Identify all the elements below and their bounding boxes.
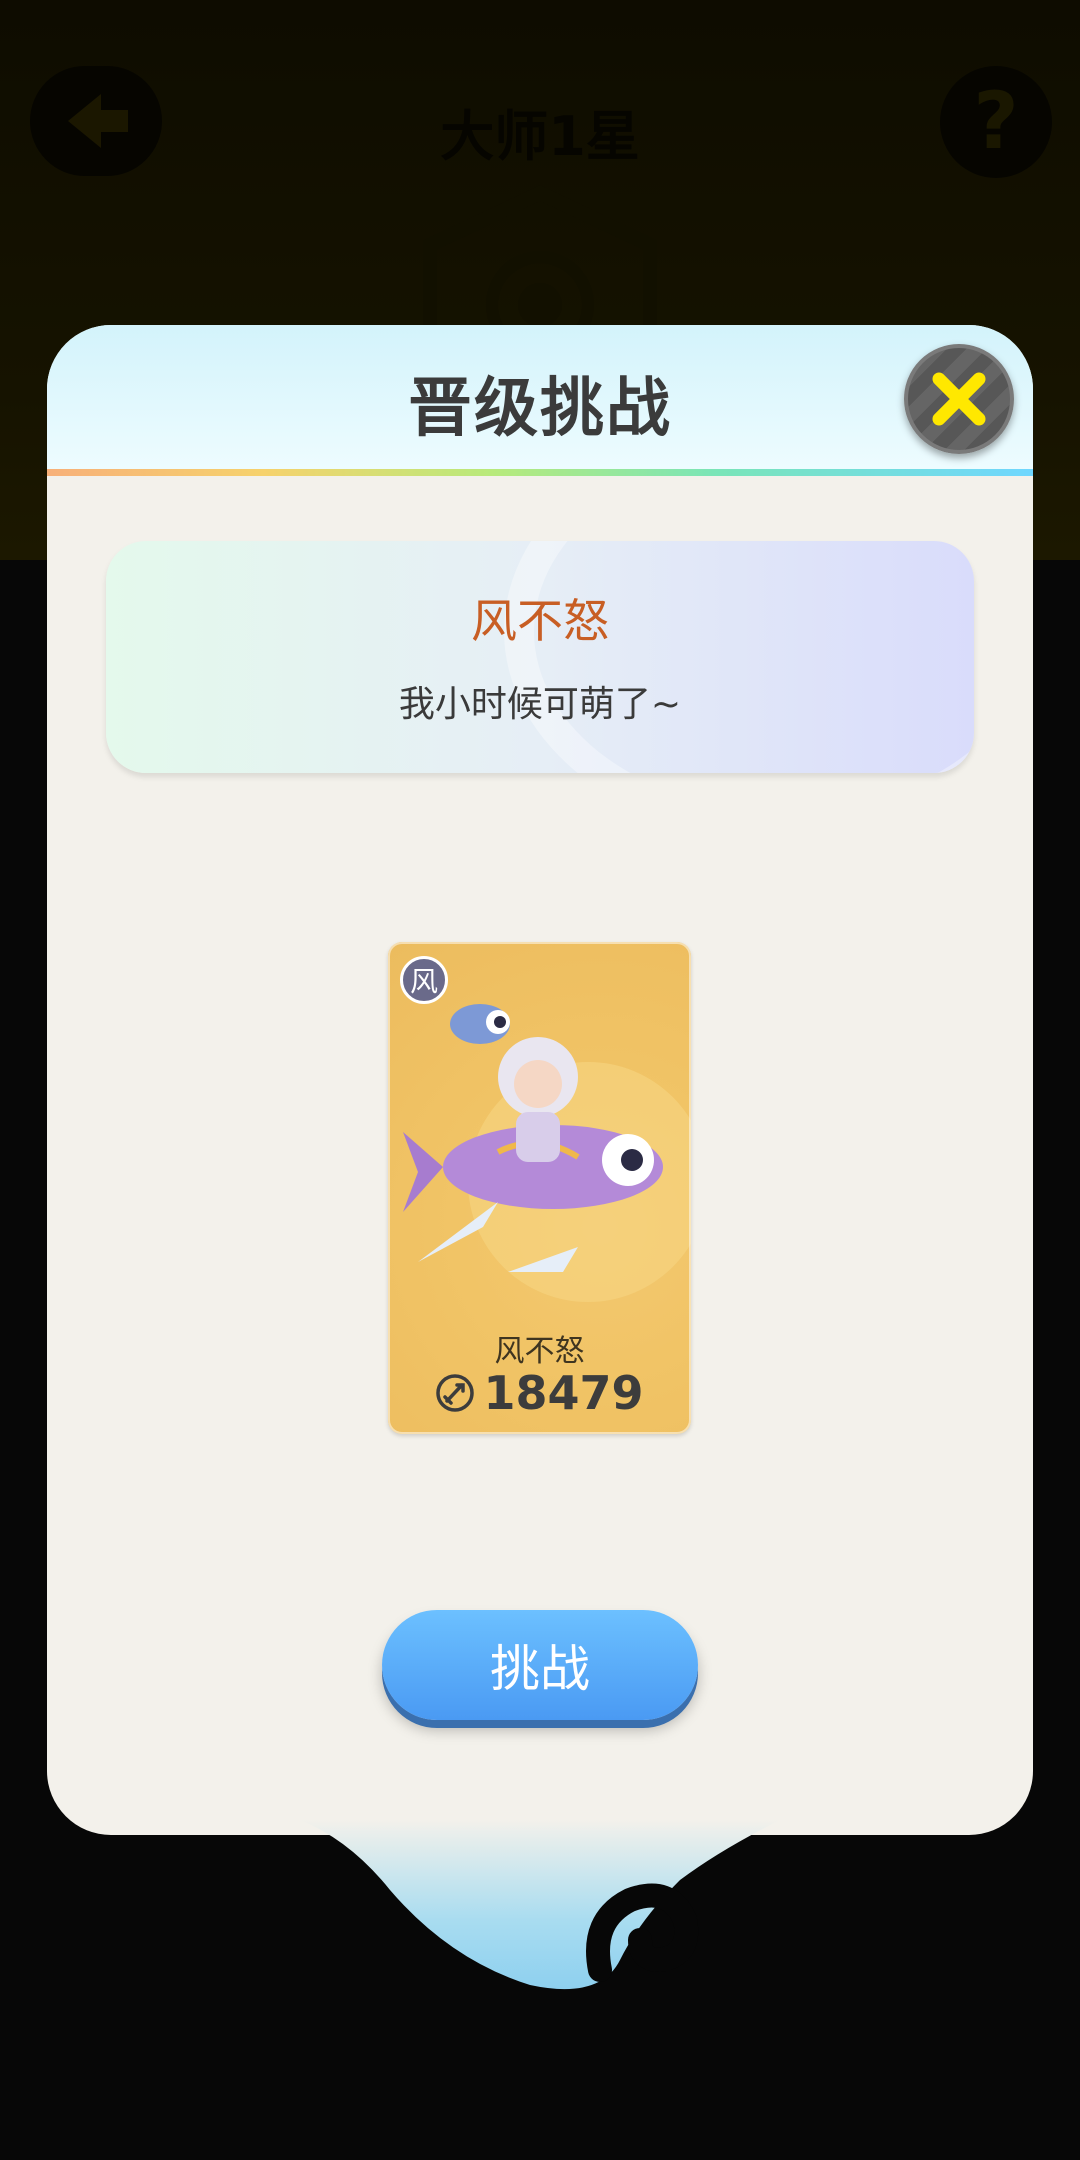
close-button[interactable]	[904, 344, 1014, 454]
question-mark-icon: ?	[973, 77, 1019, 167]
hero-power-row: 18479	[388, 1366, 691, 1420]
screen: 大师1星 ? 晋级挑战 风不怒 我小时候可萌了~ 风 风不怒 18479 挑战	[0, 0, 1080, 2160]
header-divider	[47, 469, 1033, 476]
quote-text: 我小时候可萌了~	[398, 684, 682, 725]
back-button[interactable]	[30, 66, 162, 176]
challenge-button[interactable]: 挑战	[382, 1610, 698, 1720]
dialog-title: 晋级挑战	[408, 372, 672, 446]
hero-name: 风不怒	[494, 1334, 585, 1369]
help-button[interactable]: ?	[940, 66, 1052, 178]
hero-portrait	[403, 1004, 691, 1302]
back-arrow-icon	[68, 94, 128, 148]
sword-icon	[436, 1374, 475, 1412]
quote-decoration	[504, 541, 974, 773]
close-icon	[932, 372, 986, 426]
hero-card[interactable]: 风 风不怒 18479	[388, 942, 691, 1434]
hero-power-value: 18479	[483, 1366, 644, 1420]
wave-decoration	[300, 1820, 780, 1990]
quote-speaker-name: 风不怒	[471, 594, 609, 648]
quote-box: 风不怒 我小时候可萌了~	[106, 541, 974, 773]
rank-title: 大师1星	[440, 105, 640, 168]
element-badge: 风	[400, 956, 448, 1004]
